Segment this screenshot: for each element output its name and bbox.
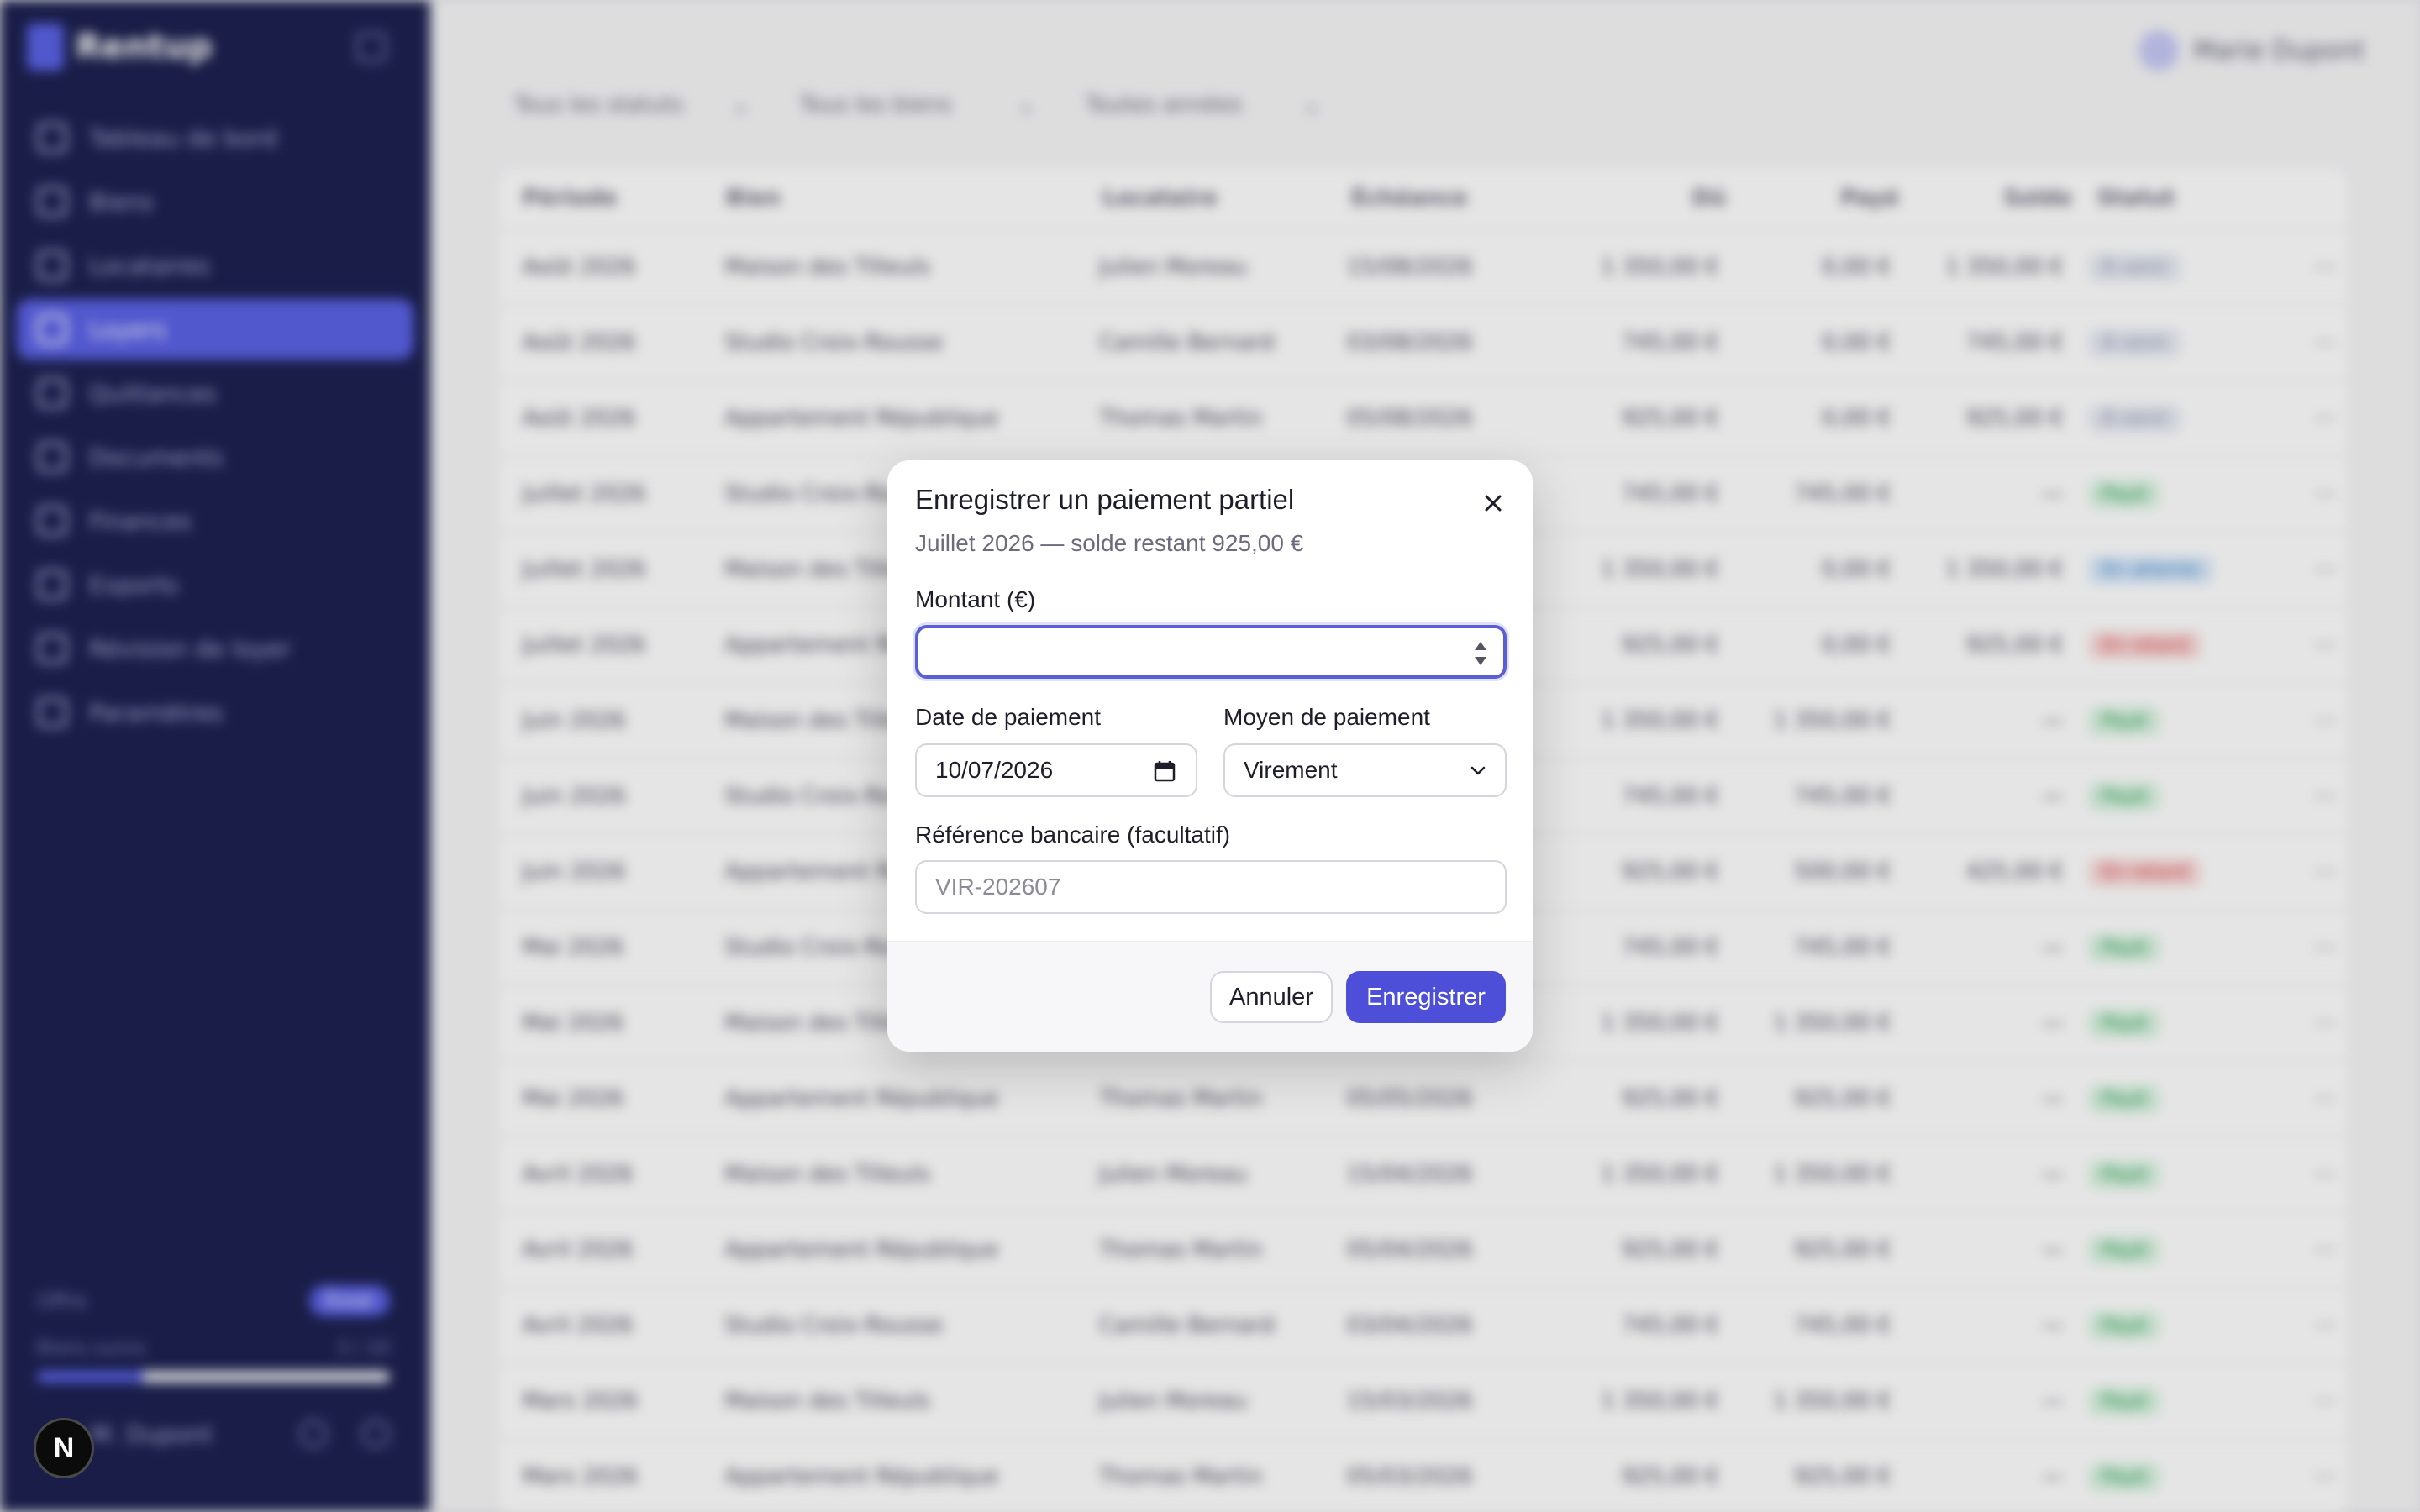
payment-method-label: Moyen de paiement [1223, 704, 1430, 730]
dialog-footer: Annuler Enregistrer [887, 941, 1533, 1052]
payment-date-label: Date de paiement [915, 704, 1102, 730]
calendar-icon[interactable] [1154, 760, 1176, 782]
amount-field-wrapper [915, 625, 1507, 679]
save-button[interactable]: Enregistrer [1346, 971, 1506, 1023]
chevron-down-icon [1470, 766, 1486, 775]
payment-date-value: 10/07/2026 [935, 757, 1054, 783]
dev-tools-badge[interactable]: N [34, 1418, 94, 1478]
partial-payment-dialog: Enregistrer un paiement partiel Juillet … [887, 460, 1533, 1052]
bank-reference-field-wrapper [915, 860, 1507, 914]
dialog-subtitle: Juillet 2026 — solde restant 925,00 € [915, 530, 1304, 556]
payment-date-input[interactable]: 10/07/2026 [915, 743, 1197, 797]
payment-method-value: Virement [1244, 757, 1338, 783]
cancel-button[interactable]: Annuler [1210, 971, 1333, 1023]
bank-reference-input[interactable] [935, 874, 1505, 900]
payment-method-select[interactable]: Virement [1223, 743, 1507, 797]
close-icon[interactable] [1479, 489, 1507, 517]
dialog-title: Enregistrer un paiement partiel [915, 484, 1295, 515]
amount-input[interactable] [918, 628, 1503, 675]
bank-reference-label: Référence bancaire (facultatif) [915, 822, 1231, 848]
number-spinner-icon[interactable] [1473, 638, 1488, 669]
amount-label: Montant (€) [915, 586, 1036, 612]
